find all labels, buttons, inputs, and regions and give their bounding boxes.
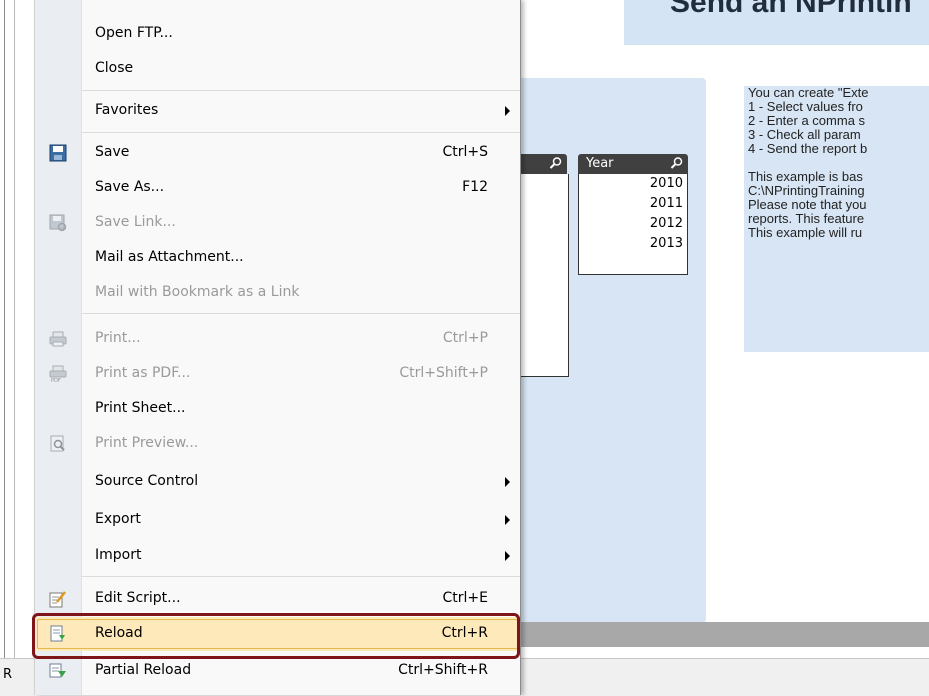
year-listbox-header[interactable]: Year bbox=[578, 154, 688, 174]
text-line: 3 - Check all param bbox=[748, 127, 861, 142]
left-window-frame bbox=[0, 0, 34, 695]
menu-item-shortcut: Ctrl+Shift+P bbox=[399, 365, 488, 381]
file-menu: Open FTP... Close Favorites Save Ctrl+S … bbox=[34, 0, 521, 695]
status-label: R bbox=[3, 667, 13, 682]
save-icon bbox=[49, 144, 67, 162]
text-line: You can create "Exte bbox=[748, 86, 869, 100]
text-line: reports. This feature bbox=[748, 211, 865, 226]
menu-separator bbox=[81, 576, 520, 577]
menu-item-print-pdf[interactable]: PDF Print as PDF... Ctrl+Shift+P bbox=[35, 357, 520, 391]
frame-border-inner bbox=[14, 0, 15, 660]
menu-item-label: Partial Reload bbox=[95, 662, 192, 678]
menu-item-save-as[interactable]: Save As... F12 bbox=[35, 171, 520, 205]
list-item[interactable]: 2012 bbox=[579, 214, 687, 234]
menu-item-shortcut: Ctrl+S bbox=[442, 144, 488, 160]
save-link-icon bbox=[49, 214, 67, 232]
menu-item-export[interactable]: Export bbox=[35, 503, 520, 537]
text-line bbox=[744, 156, 929, 170]
menu-separator bbox=[81, 132, 520, 133]
search-icon[interactable] bbox=[549, 156, 563, 170]
menu-item-import[interactable]: Import bbox=[35, 539, 520, 573]
menu-item-print-preview[interactable]: Print Preview... bbox=[35, 427, 520, 461]
menu-item-label: Save bbox=[95, 144, 130, 160]
year-listbox-title: Year bbox=[586, 156, 614, 171]
instructions-text-box: You can create "Exte 1 - Select values f… bbox=[744, 86, 929, 352]
pdf-printer-icon: PDF bbox=[49, 365, 67, 383]
menu-item-label: Print... bbox=[95, 330, 141, 346]
menu-item-label: Edit Script... bbox=[95, 590, 181, 606]
menu-item-shortcut: Ctrl+Shift+R bbox=[398, 662, 488, 678]
menu-item-partial-reload[interactable]: Partial Reload Ctrl+Shift+R bbox=[35, 654, 520, 688]
printer-icon bbox=[49, 331, 67, 347]
sheet-title-box: Send an NPrintin bbox=[624, 0, 929, 45]
listbox-header-hidden[interactable] bbox=[515, 154, 567, 174]
menu-item-open-ftp[interactable]: Open FTP... bbox=[35, 17, 520, 51]
menu-item-edit-script[interactable]: Edit Script... Ctrl+E bbox=[35, 582, 520, 616]
submenu-arrow-icon bbox=[505, 515, 510, 525]
menu-item-print-sheet[interactable]: Print Sheet... bbox=[35, 392, 520, 426]
edit-script-icon bbox=[49, 591, 66, 608]
submenu-arrow-icon bbox=[505, 477, 510, 487]
menu-item-save-link[interactable]: Save Link... bbox=[35, 206, 520, 240]
menu-item-label: Mail as Attachment... bbox=[95, 249, 244, 265]
menu-item-label: Open FTP... bbox=[95, 25, 173, 41]
menu-separator bbox=[81, 90, 520, 91]
menu-item-source-control[interactable]: Source Control bbox=[35, 465, 520, 499]
menu-item-shortcut: F12 bbox=[462, 179, 488, 195]
menu-item-label: Import bbox=[95, 547, 142, 563]
frame-border bbox=[4, 0, 5, 660]
menu-item-label: Print as PDF... bbox=[95, 365, 191, 381]
year-listbox[interactable]: 2010 2011 2012 2013 bbox=[578, 174, 688, 275]
print-preview-icon bbox=[50, 435, 65, 452]
text-line: This example will ru bbox=[748, 225, 863, 240]
menu-item-label: Mail with Bookmark as a Link bbox=[95, 284, 300, 300]
menu-item-save[interactable]: Save Ctrl+S bbox=[35, 136, 520, 170]
menu-item-label: Print Sheet... bbox=[95, 400, 186, 416]
menu-item-favorites[interactable]: Favorites bbox=[35, 94, 520, 128]
menu-item-close[interactable]: Close bbox=[35, 52, 520, 86]
menu-item-label: Save As... bbox=[95, 179, 165, 195]
text-line: 4 - Send the report b bbox=[748, 141, 868, 156]
menu-item-label: Export bbox=[95, 511, 141, 527]
menu-item-mail-attachment[interactable]: Mail as Attachment... bbox=[35, 241, 520, 275]
menu-item-label: Source Control bbox=[95, 473, 199, 489]
menu-item-label: Close bbox=[95, 60, 134, 76]
svg-text:PDF: PDF bbox=[51, 378, 61, 383]
search-icon[interactable] bbox=[670, 156, 684, 170]
text-line: Please note that you bbox=[748, 197, 867, 212]
reload-highlight-frame bbox=[32, 613, 520, 659]
listbox-hidden[interactable] bbox=[515, 174, 569, 377]
menu-item-shortcut: Ctrl+P bbox=[442, 330, 488, 346]
menu-item-label: Print Preview... bbox=[95, 435, 199, 451]
menu-item-label: Save Link... bbox=[95, 214, 176, 230]
menu-item-label: Favorites bbox=[95, 102, 159, 118]
menu-item-print[interactable]: Print... Ctrl+P bbox=[35, 322, 520, 356]
submenu-arrow-icon bbox=[505, 106, 510, 116]
menu-item-shortcut: Ctrl+E bbox=[442, 590, 489, 606]
partial-reload-icon bbox=[49, 663, 66, 678]
list-item[interactable]: 2013 bbox=[579, 234, 687, 254]
text-line: This example is bas bbox=[748, 169, 863, 184]
list-item[interactable]: 2011 bbox=[579, 194, 687, 214]
text-line: C:\NPrintingTraining bbox=[748, 183, 865, 198]
sheet-bottom-bar bbox=[515, 622, 929, 647]
menu-item-mail-bookmark-link[interactable]: Mail with Bookmark as a Link bbox=[35, 276, 520, 310]
text-line: 1 - Select values fro bbox=[748, 99, 863, 114]
text-line: 2 - Enter a comma s bbox=[748, 113, 866, 128]
menu-separator bbox=[81, 313, 520, 314]
sheet-title: Send an NPrintin bbox=[670, 0, 912, 19]
submenu-arrow-icon bbox=[505, 551, 510, 561]
list-item[interactable]: 2010 bbox=[579, 174, 687, 194]
